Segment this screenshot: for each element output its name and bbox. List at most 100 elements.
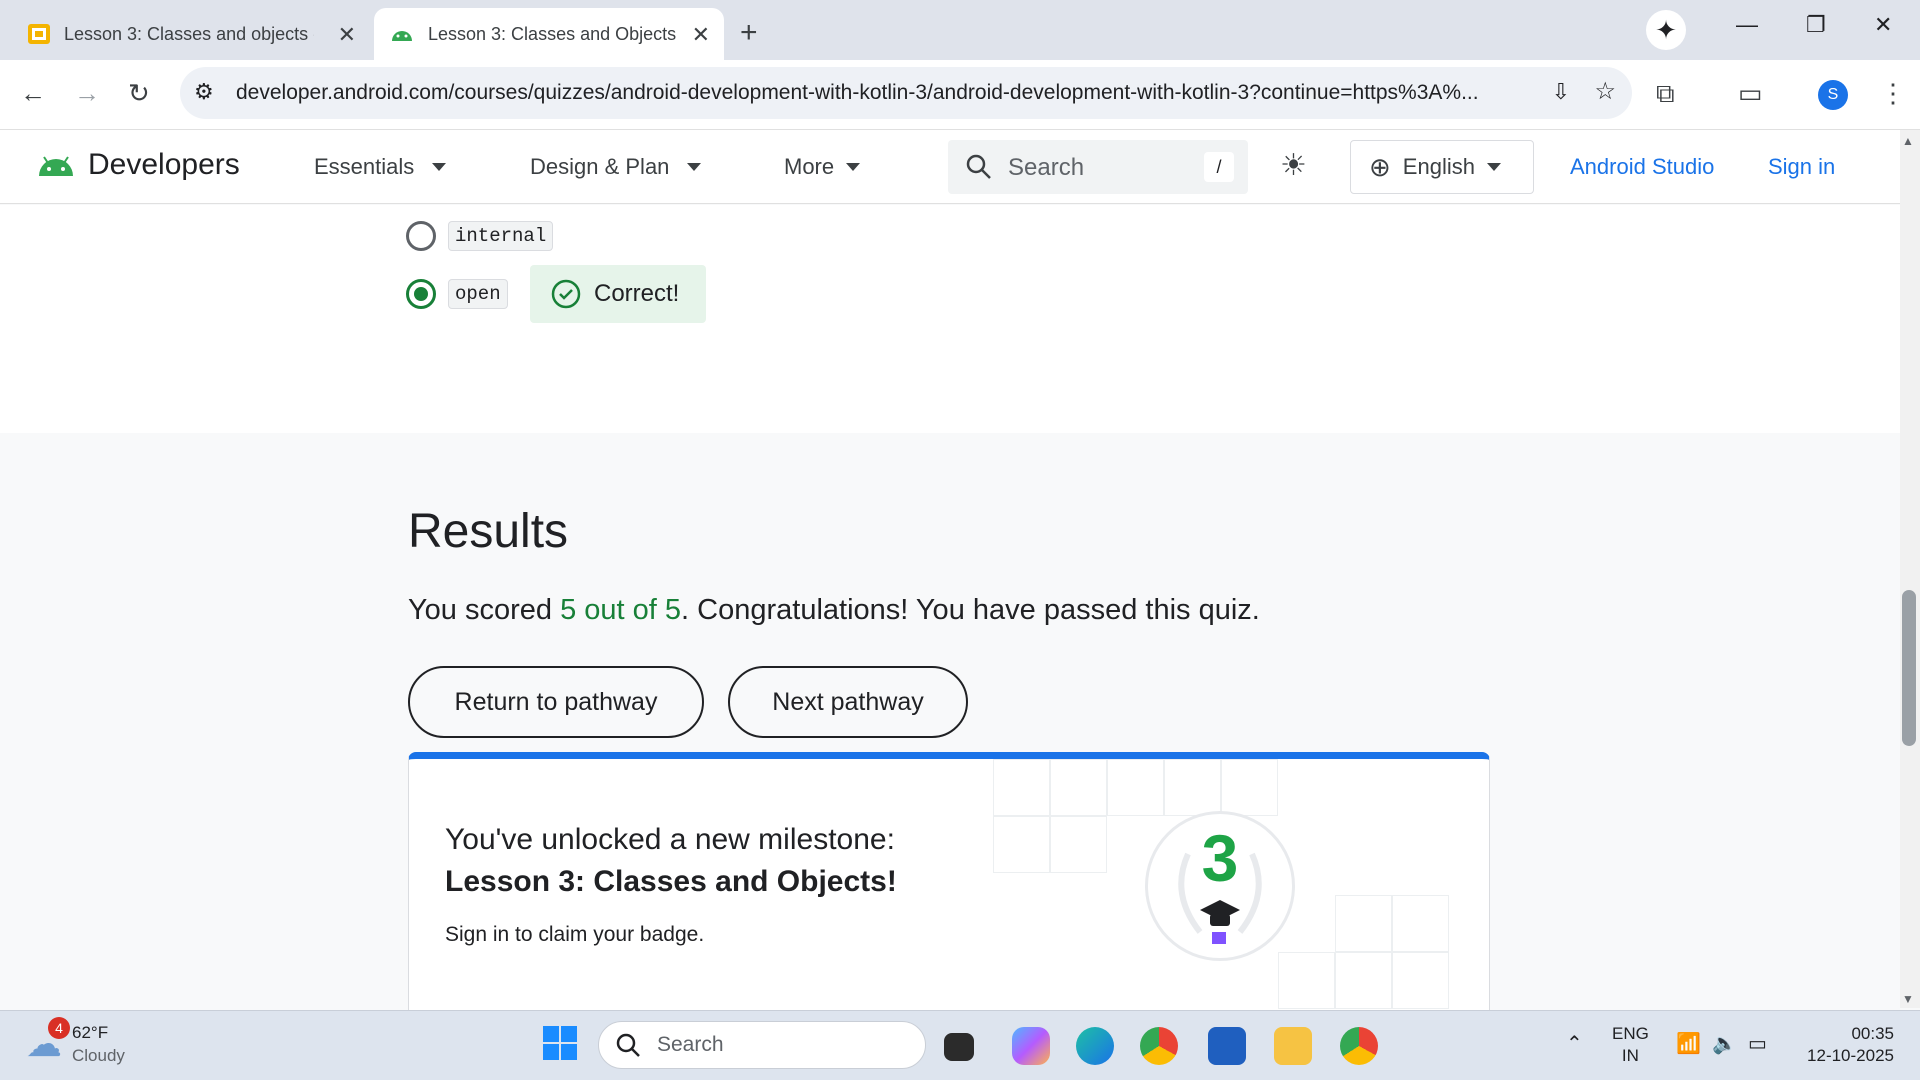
lang-line1: ENG [1612,1024,1649,1043]
browser-tab-strip: Lesson 3: Classes and objects - ✕ Lesson… [0,0,1920,60]
wifi-icon[interactable]: 📶 [1676,1031,1701,1056]
profile-avatar[interactable]: S [1818,80,1848,110]
radio-button[interactable] [406,221,436,251]
option-label: internal [448,221,554,251]
milestone-card: You've unlocked a new milestone: Lesson … [408,752,1490,1012]
bookmark-star-icon[interactable]: ☆ [1594,77,1616,106]
scrollbar-thumb[interactable] [1902,590,1916,746]
score-line: You scored 5 out of 5. Congratulations! … [408,594,1260,627]
score-suffix: . Congratulations! You have passed this … [681,594,1260,626]
windows-start-icon[interactable] [542,1025,578,1066]
windows-taskbar: ☁ 62°F Cloudy 4 Search ⌃ ENG IN 📶 🔈 ▭ 00… [0,1010,1920,1080]
nav-label: Essentials [314,154,415,179]
option-label: open [448,279,508,309]
clock-date: 12-10-2025 [1807,1046,1894,1065]
language-select[interactable]: ⊕ English [1350,140,1534,194]
reload-icon[interactable]: ↻ [128,78,150,109]
input-language[interactable]: ENG IN [1612,1023,1649,1067]
slides-icon [28,24,50,44]
language-label: English [1402,154,1475,179]
search-shortcut-key: / [1204,152,1234,182]
tab-title: Lesson 3: Classes and objects - [64,23,314,44]
chrome-icon[interactable] [1140,1027,1178,1065]
tab-title: Lesson 3: Classes and Objects | [428,23,678,44]
quiz-question-area: internal open Correct! [0,205,1900,433]
developers-logo[interactable]: Developers [36,148,240,182]
new-tab-icon[interactable]: + [740,16,758,50]
theme-toggle-icon[interactable]: ☀ [1280,148,1307,183]
return-to-pathway-button[interactable]: Return to pathway [408,666,704,738]
close-tab-icon[interactable]: ✕ [338,22,356,48]
badge-number: 3 [1201,821,1239,895]
android-studio-link[interactable]: Android Studio [1570,154,1714,180]
address-bar[interactable]: ⚙ developer.android.com/courses/quizzes/… [180,67,1632,119]
milestone-lesson-title: Lesson 3: Classes and Objects! [445,865,897,898]
weather-desc: Cloudy [72,1046,125,1065]
task-view-icon[interactable] [944,1033,974,1061]
volume-icon[interactable]: 🔈 [1712,1031,1737,1056]
site-info-icon[interactable]: ⚙ [194,79,214,105]
chevron-down-icon [1486,163,1501,171]
nav-design-plan[interactable]: Design & Plan [530,154,702,180]
logo-text: Developers [88,148,240,181]
browser-tab[interactable]: Lesson 3: Classes and objects - ✕ [12,8,370,60]
restore-icon[interactable]: ❐ [1806,12,1826,38]
chevron-down-icon [432,163,447,171]
correct-feedback: Correct! [530,265,706,323]
android-logo-icon [39,156,73,176]
nav-label: Design & Plan [530,154,670,179]
notification-badge: 4 [48,1017,70,1039]
radio-button-checked[interactable] [406,279,436,309]
close-window-icon[interactable]: ✕ [1874,12,1892,38]
search-icon [616,1033,640,1057]
system-clock[interactable]: 00:35 12-10-2025 [1790,1023,1894,1067]
search-placeholder: Search [1008,154,1085,181]
browser-tab-active[interactable]: Lesson 3: Classes and Objects | ✕ [374,8,724,60]
minimize-icon[interactable]: — [1736,12,1758,38]
extensions-icon[interactable]: ⧉ [1656,78,1675,110]
search-icon [966,154,991,179]
nav-label: More [784,154,835,179]
battery-icon[interactable]: ▭ [1748,1031,1767,1056]
check-circle-icon [551,279,581,309]
next-pathway-button[interactable]: Next pathway [728,666,968,738]
scroll-up-icon[interactable]: ▲ [1902,134,1914,148]
chrome-profile-icon[interactable] [1340,1027,1378,1065]
file-explorer-icon[interactable] [1274,1027,1312,1065]
edge-icon[interactable] [1076,1027,1114,1065]
milestone-sign-in-text: Sign in to claim your badge. [445,923,705,946]
taskbar-search-input[interactable]: Search [598,1021,926,1069]
android-icon [392,31,412,41]
score-prefix: You scored [408,594,561,626]
chevron-down-icon [846,163,861,171]
nav-more[interactable]: More [784,154,861,180]
globe-icon: ⊕ [1369,151,1391,182]
taskbar-search-placeholder: Search [657,1033,724,1056]
microsoft-store-icon[interactable] [1208,1027,1246,1065]
scroll-down-icon[interactable]: ▼ [1902,992,1914,1006]
close-tab-icon[interactable]: ✕ [692,22,710,48]
install-app-icon[interactable]: ⇩ [1552,79,1570,105]
weather-temp: 62°F [72,1023,109,1042]
copilot-icon[interactable] [1012,1027,1050,1065]
nav-essentials[interactable]: Essentials [314,154,447,180]
url-text[interactable]: developer.android.com/courses/quizzes/an… [236,81,1516,105]
quiz-option-selected[interactable]: open [406,279,508,309]
site-search-input[interactable]: Search / [948,140,1248,194]
results-title: Results [408,505,569,558]
quiz-option[interactable]: internal [406,221,554,251]
menu-kebab-icon[interactable]: ⋮ [1880,78,1906,109]
chevron-down-icon [687,163,702,171]
weather-widget[interactable]: ☁ 62°F Cloudy [26,1021,125,1067]
tab-search-icon[interactable]: ▭ [1738,78,1763,109]
milestone-badge: 3 [1145,811,1295,961]
show-hidden-icons-icon[interactable]: ⌃ [1566,1031,1583,1056]
site-header: Developers Essentials Design & Plan More… [0,130,1900,204]
back-icon[interactable]: ← [20,78,46,109]
feedback-text: Correct! [594,280,680,307]
clock-time: 00:35 [1851,1024,1894,1043]
sign-in-link[interactable]: Sign in [1768,154,1835,180]
gemini-icon[interactable]: ✦ [1646,10,1686,50]
page-scrollbar[interactable] [1900,130,1920,1008]
forward-icon[interactable]: → [74,78,100,109]
